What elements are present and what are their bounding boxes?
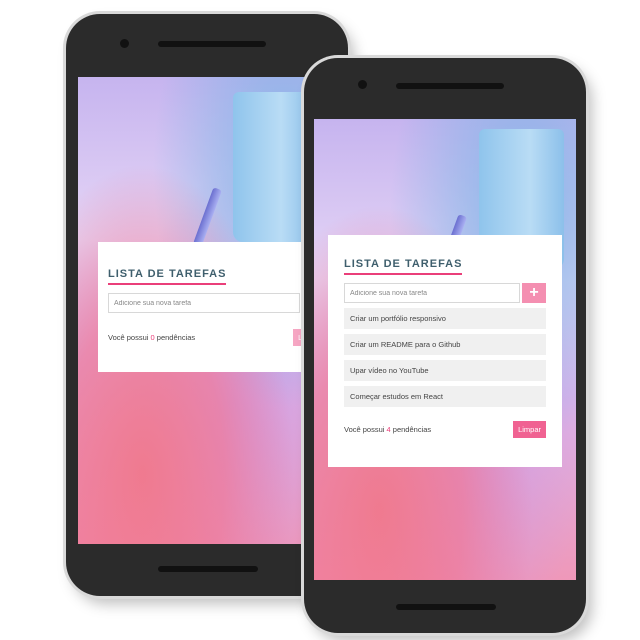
input-row: + bbox=[344, 283, 546, 303]
background-cup bbox=[233, 92, 313, 242]
task-item[interactable]: Criar um portfólio responsivo bbox=[344, 308, 546, 329]
pending-text: Você possui 0 pendências bbox=[108, 333, 196, 342]
footer: Você possui 0 pendências Limpar bbox=[108, 329, 326, 346]
add-task-button[interactable]: + bbox=[522, 283, 546, 303]
clear-button[interactable]: Limpar bbox=[513, 421, 546, 438]
task-item[interactable]: Começar estudos em React bbox=[344, 386, 546, 407]
todo-card: LISTA DE TAREFAS + Criar um portfólio re… bbox=[328, 235, 562, 467]
new-task-input[interactable] bbox=[108, 293, 300, 313]
new-task-input[interactable] bbox=[344, 283, 520, 303]
camera-icon bbox=[120, 39, 129, 48]
task-item[interactable]: Upar vídeo no YouTube bbox=[344, 360, 546, 381]
phone-mockup-front: LISTA DE TAREFAS + Criar um portfólio re… bbox=[304, 58, 586, 633]
bottom-speaker bbox=[158, 566, 258, 572]
phone-screen: LISTA DE TAREFAS + Você possui 0 pendênc… bbox=[78, 77, 336, 544]
speaker-grille bbox=[158, 41, 266, 47]
card-title: LISTA DE TAREFAS bbox=[344, 258, 463, 275]
pending-text: Você possui 4 pendências bbox=[344, 425, 432, 434]
card-title: LISTA DE TAREFAS bbox=[108, 268, 227, 285]
input-row: + bbox=[108, 293, 326, 313]
task-list: Criar um portfólio responsivo Criar um R… bbox=[344, 308, 546, 407]
todo-card: LISTA DE TAREFAS + Você possui 0 pendênc… bbox=[98, 242, 336, 372]
phone-screen: LISTA DE TAREFAS + Criar um portfólio re… bbox=[314, 119, 576, 580]
task-item[interactable]: Criar um README para o Github bbox=[344, 334, 546, 355]
camera-icon bbox=[358, 80, 367, 89]
footer: Você possui 4 pendências Limpar bbox=[344, 421, 546, 438]
speaker-grille bbox=[396, 83, 504, 89]
bottom-speaker bbox=[396, 604, 496, 610]
plus-icon: + bbox=[529, 284, 539, 301]
